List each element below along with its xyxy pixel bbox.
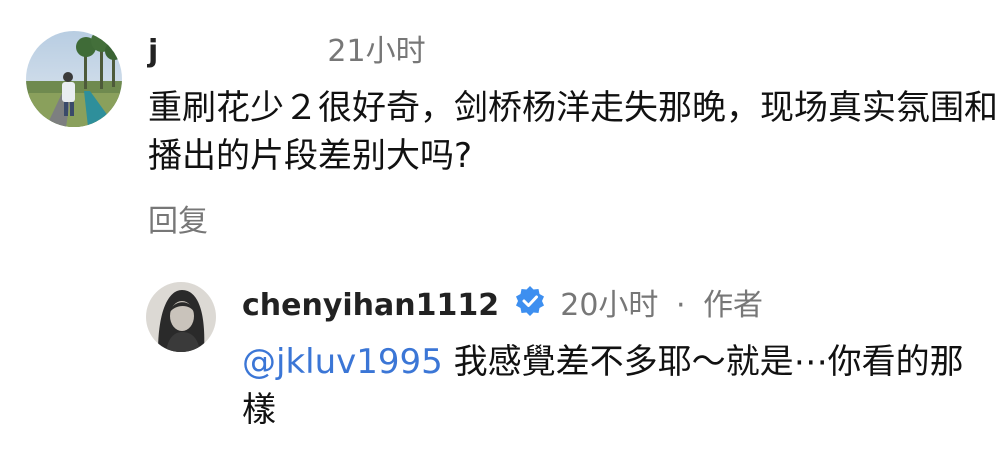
author-avatar-image — [146, 282, 216, 352]
comment: j 21小时 重刷花少２很好奇，剑桥杨洋走失那晚，现场真实氛围和播出的片段差别大… — [0, 0, 1002, 250]
author-tag: 作者 — [703, 288, 764, 323]
author-username[interactable]: chenyihan1112 — [242, 288, 499, 323]
commenter-username-obscured — [167, 38, 318, 67]
reply-timestamp: 20小时 — [560, 288, 659, 323]
comment-text: 重刷花少２很好奇，剑桥杨洋走失那晚，现场真实氛围和播出的片段差别大吗? — [148, 88, 998, 176]
commenter-avatar-image — [26, 31, 122, 127]
commenter-avatar[interactable] — [26, 31, 122, 127]
commenter-username[interactable]: j — [148, 34, 158, 69]
meta-separator: · — [675, 288, 686, 323]
reply-button[interactable]: 回复 — [148, 202, 208, 242]
reply-mention-link[interactable]: @jkluv1995 — [242, 342, 443, 382]
author-reply: chenyihan1112 20小时 · 作者 @jkluv1995 我感覺差不… — [0, 270, 1002, 449]
author-header: chenyihan1112 20小时 · 作者 — [242, 284, 763, 328]
comment-timestamp: 21小时 — [327, 34, 426, 69]
author-avatar[interactable] — [146, 282, 216, 352]
reply-text: @jkluv1995 我感覺差不多耶～就是⋯你看的那樣 — [242, 338, 997, 434]
verified-badge-icon — [515, 285, 545, 329]
commenter-username-row: j 21小时 — [148, 32, 426, 72]
